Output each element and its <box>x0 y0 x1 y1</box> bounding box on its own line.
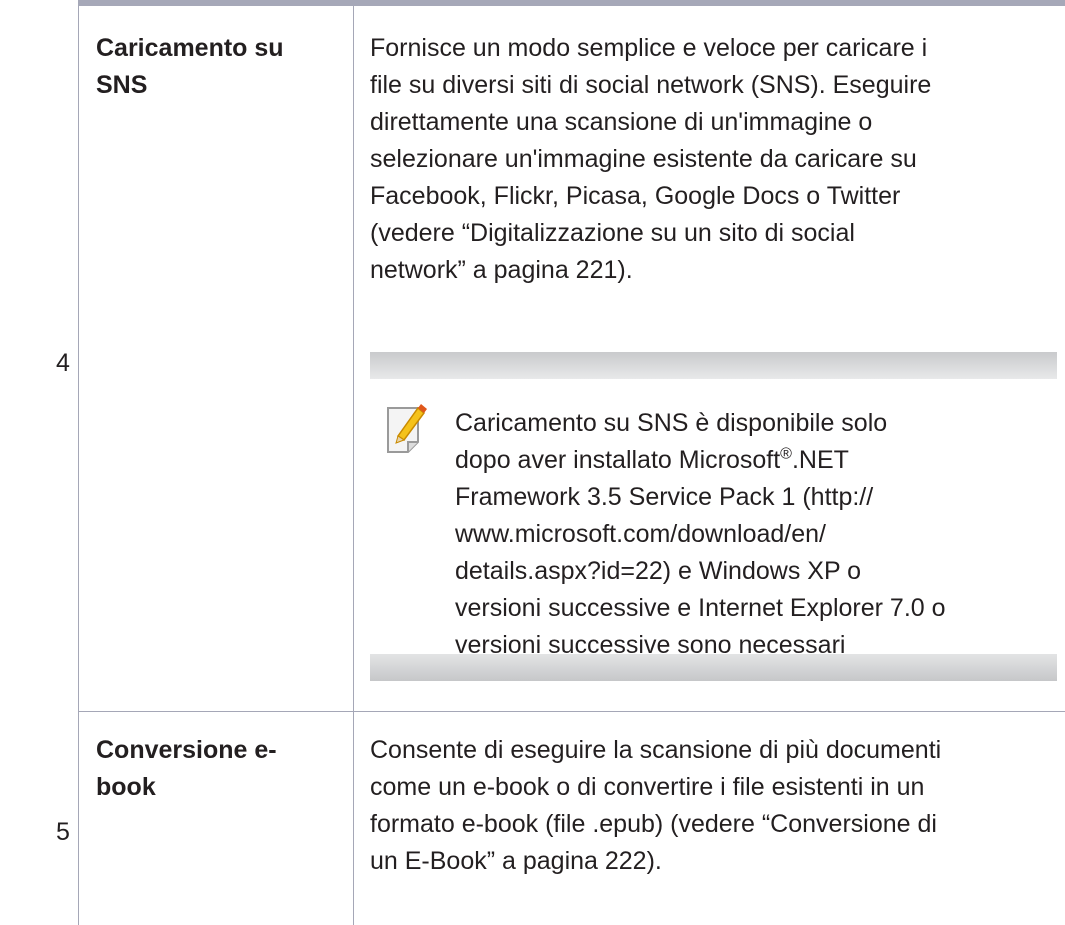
feature-description: Consente di eseguire la scansione di più… <box>370 732 1060 880</box>
note-line: Framework 3.5 Service Pack 1 (http:// <box>455 483 874 511</box>
description-line: Facebook, Flickr, Picasa, Google Docs o … <box>370 182 901 210</box>
description-line: selezionare un'immagine esistente da car… <box>370 145 917 173</box>
feature-title: Caricamento su SNS <box>96 30 284 104</box>
description-line: file su diversi siti di social network (… <box>370 71 932 99</box>
feature-title-line: SNS <box>96 71 148 99</box>
table-top-rule <box>78 0 1065 6</box>
feature-title-line: Conversione e- <box>96 736 277 764</box>
description-line: network” a pagina 221). <box>370 256 633 284</box>
note-line: details.aspx?id=22) e Windows XP o <box>455 557 862 585</box>
note-line: dopo aver installato Microsoft®.NET <box>455 442 1055 479</box>
description-line: Consente di eseguire la scansione di più… <box>370 736 942 764</box>
registered-mark: ® <box>780 445 792 463</box>
note-bar-top <box>370 352 1057 379</box>
feature-title-line: book <box>96 773 156 801</box>
feature-title-line: Caricamento su <box>96 34 284 62</box>
row-divider <box>78 711 1065 712</box>
note-line: Caricamento su SNS è disponibile solo <box>455 409 888 437</box>
description-line: come un e-book o di convertire i file es… <box>370 773 925 801</box>
description-line: direttamente una scansione di un'immagin… <box>370 108 873 136</box>
note-text: Caricamento su SNS è disponibile solo do… <box>455 405 1055 664</box>
description-line: (vedere “Digitalizzazione su un sito di … <box>370 219 855 247</box>
note-line-text: .NET <box>791 446 849 474</box>
note-pencil-icon <box>384 402 428 454</box>
row-number: 4 <box>56 349 70 377</box>
description-line: Fornisce un modo semplice e veloce per c… <box>370 34 928 62</box>
note-line: versioni successive e Internet Explorer … <box>455 594 946 622</box>
row-number: 5 <box>56 818 70 846</box>
column-divider-right <box>353 6 354 925</box>
description-line: un E-Book” a pagina 222). <box>370 847 662 875</box>
note-box: Caricamento su SNS è disponibile solo do… <box>370 352 1057 681</box>
note-line: www.microsoft.com/download/en/ <box>455 520 826 548</box>
note-bar-bottom <box>370 654 1057 681</box>
feature-title: Conversione e- book <box>96 732 277 806</box>
column-divider-left <box>78 6 79 925</box>
description-line: formato e-book (file .epub) (vedere “Con… <box>370 810 937 838</box>
note-line-text: dopo aver installato Microsoft <box>455 446 781 474</box>
feature-description: Fornisce un modo semplice e veloce per c… <box>370 30 1060 289</box>
